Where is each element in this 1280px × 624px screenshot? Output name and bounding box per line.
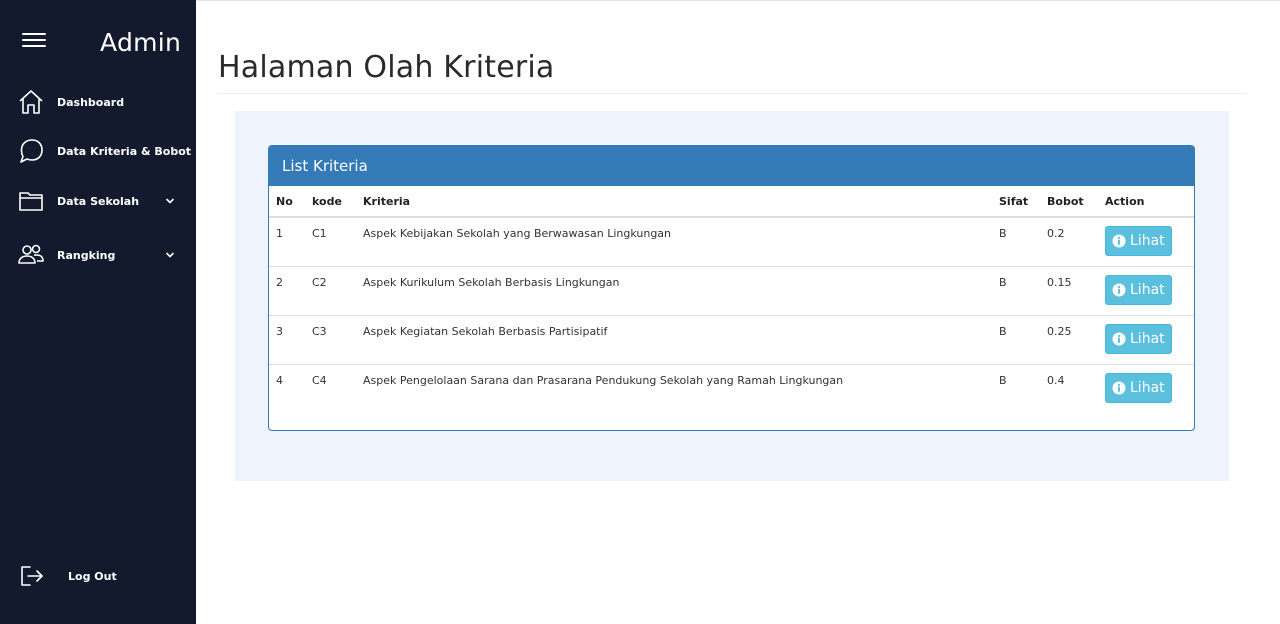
- cell-kode: C2: [305, 266, 356, 316]
- column-header-bobot: Bobot: [1040, 186, 1098, 218]
- sidebar-item-dashboard[interactable]: Dashboard: [0, 82, 196, 122]
- sidebar-item-label: Rangking: [57, 248, 116, 262]
- cell-action: Lihat: [1098, 364, 1194, 413]
- sidebar-item-data-kriteria[interactable]: Data Kriteria & Bobot: [0, 131, 196, 171]
- lihat-button-label: Lihat: [1130, 330, 1165, 347]
- lihat-button-label: Lihat: [1130, 281, 1165, 298]
- chevron-down-icon[interactable]: [164, 249, 176, 261]
- info-icon: [1112, 381, 1126, 395]
- cell-no: 1: [269, 217, 305, 267]
- page-title: Halaman Olah Kriteria: [218, 50, 555, 85]
- kriteria-table: No kode Kriteria Sifat Bobot Action 1 C1…: [269, 186, 1194, 413]
- cell-kriteria: Aspek Kurikulum Sekolah Berbasis Lingkun…: [356, 266, 992, 316]
- info-icon: [1112, 234, 1126, 248]
- table-row: 3 C3 Aspek Kegiatan Sekolah Berbasis Par…: [269, 315, 1194, 365]
- cell-sifat: B: [992, 266, 1040, 316]
- menu-toggle-icon[interactable]: [22, 33, 46, 49]
- title-divider: [218, 93, 1246, 94]
- column-header-kriteria: Kriteria: [356, 186, 992, 218]
- lihat-button-label: Lihat: [1130, 379, 1165, 396]
- table-row: 4 C4 Aspek Pengelolaan Sarana dan Prasar…: [269, 364, 1194, 413]
- logout-icon: [17, 562, 45, 590]
- column-header-no: No: [269, 186, 305, 218]
- cell-kriteria: Aspek Kebijakan Sekolah yang Berwawasan …: [356, 217, 992, 267]
- folder-icon: [17, 187, 45, 215]
- lihat-button[interactable]: Lihat: [1105, 372, 1172, 403]
- cell-no: 3: [269, 315, 305, 365]
- cell-action: Lihat: [1098, 266, 1194, 316]
- card-title: List Kriteria: [269, 146, 1194, 186]
- sidebar: Admin Dashboard Data Kriteria & Bobot Da…: [0, 0, 196, 624]
- cell-kode: C3: [305, 315, 356, 365]
- lihat-button[interactable]: Lihat: [1105, 323, 1172, 354]
- table-row: 1 C1 Aspek Kebijakan Sekolah yang Berwaw…: [269, 217, 1194, 267]
- chat-bubble-icon: [17, 137, 45, 165]
- brand-title: Admin: [100, 28, 182, 57]
- cell-no: 4: [276, 373, 283, 387]
- table-header-row: No kode Kriteria Sifat Bobot Action: [269, 186, 1194, 218]
- cell-sifat: B: [999, 373, 1007, 387]
- logout-label: Log Out: [68, 569, 117, 583]
- chevron-down-icon[interactable]: [164, 195, 176, 207]
- cell-action: Lihat: [1098, 315, 1194, 365]
- column-header-action: Action: [1098, 186, 1194, 218]
- cell-action: Lihat: [1098, 217, 1194, 267]
- cell-kode: C1: [305, 217, 356, 267]
- table-row: 2 C2 Aspek Kurikulum Sekolah Berbasis Li…: [269, 266, 1194, 316]
- kriteria-card: List Kriteria No kode Kriteria Sifat Bob…: [268, 145, 1195, 431]
- cell-sifat: B: [992, 315, 1040, 365]
- cell-bobot: 0.15: [1040, 266, 1098, 316]
- lihat-button[interactable]: Lihat: [1105, 226, 1172, 256]
- lihat-button[interactable]: Lihat: [1105, 274, 1172, 305]
- lihat-button-label: Lihat: [1130, 233, 1165, 249]
- sidebar-item-label: Data Kriteria & Bobot: [57, 144, 192, 158]
- main-content: Halaman Olah Kriteria List Kriteria No k…: [196, 0, 1280, 624]
- sidebar-header: Admin: [0, 0, 196, 80]
- cell-bobot: 0.2: [1040, 217, 1098, 267]
- content-area: List Kriteria No kode Kriteria Sifat Bob…: [235, 111, 1229, 481]
- cell-no: 2: [269, 266, 305, 316]
- info-icon: [1112, 332, 1126, 346]
- cell-kriteria: Aspek Kegiatan Sekolah Berbasis Partisip…: [356, 315, 992, 365]
- cell-kode: C4: [312, 373, 327, 387]
- home-icon: [17, 88, 45, 116]
- users-icon: [17, 241, 45, 269]
- sidebar-item-label: Data Sekolah: [57, 194, 140, 208]
- cell-kriteria: Aspek Pengelolaan Sarana dan Prasarana P…: [363, 373, 844, 387]
- sidebar-item-rangking[interactable]: Rangking: [0, 235, 196, 275]
- cell-bobot: 0.4: [1047, 373, 1065, 387]
- info-icon: [1112, 283, 1126, 297]
- sidebar-item-label: Dashboard: [57, 95, 125, 109]
- column-header-kode: kode: [305, 186, 356, 218]
- sidebar-item-data-sekolah[interactable]: Data Sekolah: [0, 181, 196, 221]
- cell-sifat: B: [992, 217, 1040, 267]
- column-header-sifat: Sifat: [992, 186, 1040, 218]
- logout-button[interactable]: Log Out: [0, 556, 196, 596]
- cell-bobot: 0.25: [1040, 315, 1098, 365]
